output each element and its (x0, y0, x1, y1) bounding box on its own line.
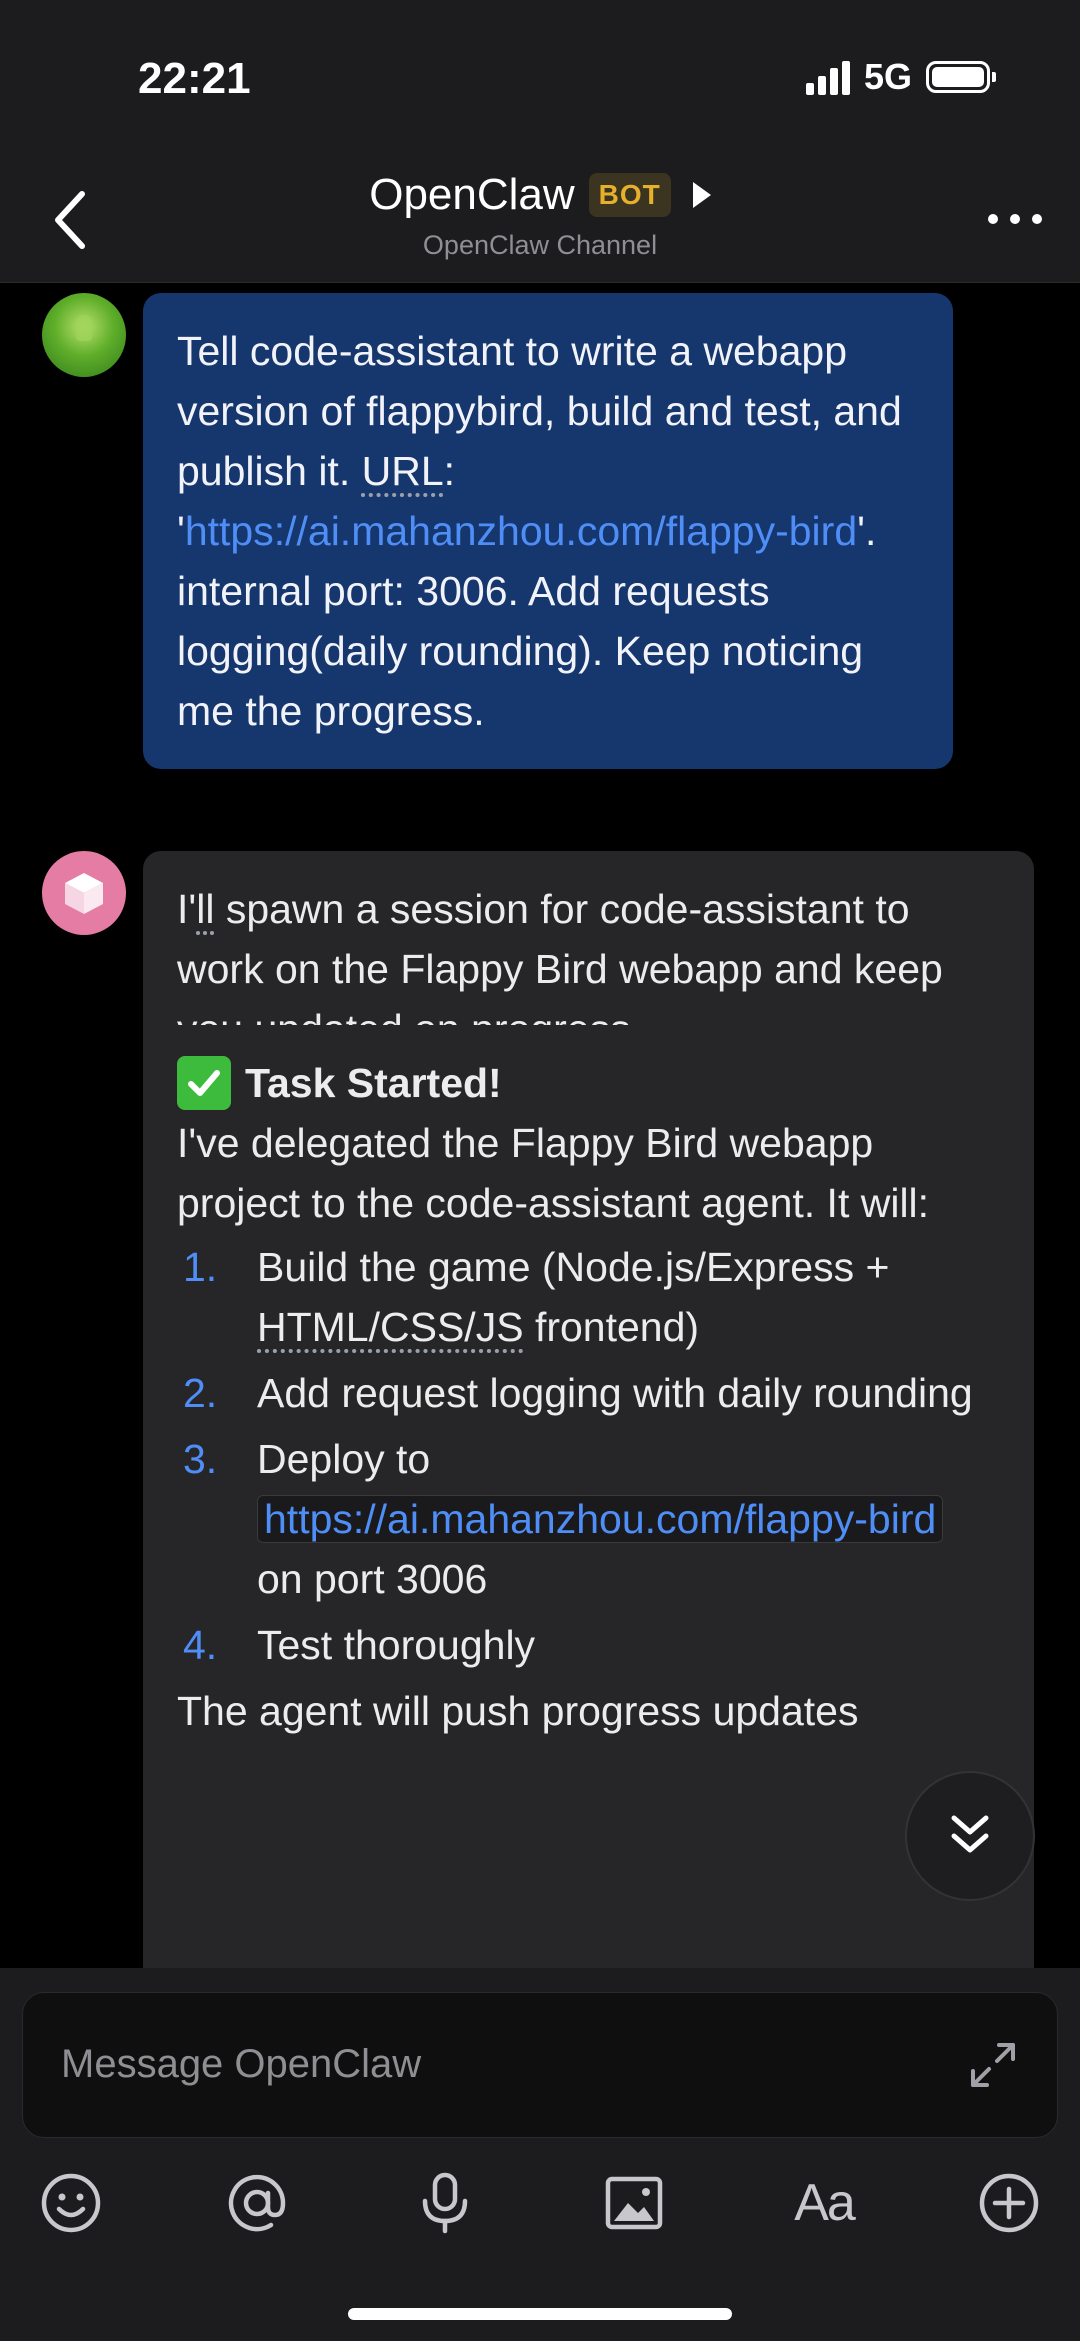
mention-button[interactable] (222, 2168, 292, 2238)
list-item-text: Test thoroughly (257, 1622, 536, 1668)
cube-icon (65, 873, 103, 914)
home-indicator[interactable] (348, 2308, 732, 2320)
task-steps-list: 1. Build the game (Node.js/Express + HTM… (177, 1237, 1000, 1675)
mention-icon (228, 2174, 286, 2232)
list-number: 2. (183, 1370, 218, 1416)
emoji-icon (41, 2173, 101, 2233)
list-number: 4. (183, 1622, 218, 1668)
double-chevron-down-icon (951, 1815, 989, 1853)
message-input[interactable] (59, 2033, 943, 2095)
microphone-icon (422, 2172, 468, 2234)
user-message-bubble[interactable]: Tell code-assistant to write a webapp ve… (143, 293, 953, 769)
status-time: 22:21 (138, 54, 251, 103)
task-heading: Task Started! (177, 1053, 1000, 1113)
message-list[interactable]: Tell code-assistant to write a webapp ve… (0, 283, 1080, 1968)
user-avatar[interactable] (42, 293, 126, 377)
image-button[interactable] (599, 2168, 669, 2238)
expand-button[interactable] (965, 2037, 1021, 2093)
status-indicators: 5G (805, 56, 996, 98)
voice-button[interactable] (410, 2168, 480, 2238)
task-outro: The agent will push progress updates (177, 1688, 859, 1734)
more-options-button[interactable] (988, 214, 1042, 224)
play-icon (692, 182, 711, 208)
composer-toolbar: Aa (0, 2168, 1080, 2248)
scroll-to-bottom-button[interactable] (905, 1771, 1035, 1901)
text-format-button[interactable]: Aa (786, 2168, 862, 2238)
dot-icon (988, 214, 998, 224)
list-item-text: Add request logging with daily rounding (257, 1370, 973, 1416)
list-item-text: Deploy to https://ai.mahanzhou.com/flapp… (257, 1429, 1000, 1609)
dot-icon (1010, 214, 1020, 224)
emoji-button[interactable] (36, 2168, 106, 2238)
deploy-link[interactable]: https://ai.mahanzhou.com/flappy-bird (257, 1495, 944, 1543)
chat-title: OpenClaw (369, 170, 575, 219)
bot-avatar[interactable] (42, 851, 126, 935)
message-composer: Aa (0, 1968, 1080, 2341)
chat-title-area[interactable]: OpenClaw BOT OpenClaw Channel (0, 170, 1080, 261)
list-item: 3. Deploy to https://ai.mahanzhou.com/fl… (177, 1429, 1000, 1609)
task-intro: I've delegated the Flappy Bird webapp pr… (177, 1120, 930, 1226)
task-heading-text: Task Started! (245, 1060, 502, 1106)
url-label: URL (361, 448, 444, 494)
list-number: 3. (183, 1436, 218, 1482)
expand-icon (971, 2043, 1015, 2087)
bot-badge: BOT (588, 173, 671, 217)
list-item: 4. Test thoroughly (177, 1615, 1000, 1675)
add-button[interactable] (974, 2168, 1044, 2238)
message-input-box[interactable] (22, 1992, 1058, 2138)
cellular-signal-icon (805, 59, 850, 95)
task-status-bubble[interactable]: Task Started! I've delegated the Flappy … (143, 1025, 1034, 1968)
message-text: Tell code-assistant to write a webapp ve… (177, 328, 902, 494)
chat-header: 22:21 5G OpenClaw BOT OpenClaw Channel (0, 0, 1080, 283)
message-text: I' (177, 886, 197, 932)
list-item-text: Build the game (Node.js/Express + HTML/C… (257, 1244, 890, 1350)
add-icon (979, 2173, 1039, 2233)
image-icon (605, 2176, 663, 2230)
list-number: 1. (183, 1244, 218, 1290)
text-format-icon: Aa (794, 2174, 856, 2232)
list-item: 2. Add request logging with daily roundi… (177, 1363, 1000, 1423)
dot-icon (1032, 214, 1042, 224)
message-text: ll (196, 886, 215, 932)
network-type: 5G (863, 56, 912, 97)
check-mark-icon (177, 1056, 231, 1110)
chat-subtitle: OpenClaw Channel (422, 230, 658, 260)
list-item: 1. Build the game (Node.js/Express + HTM… (177, 1237, 1000, 1357)
battery-icon (926, 61, 996, 93)
message-link[interactable]: https://ai.mahanzhou.com/flappy-bird (185, 508, 857, 554)
